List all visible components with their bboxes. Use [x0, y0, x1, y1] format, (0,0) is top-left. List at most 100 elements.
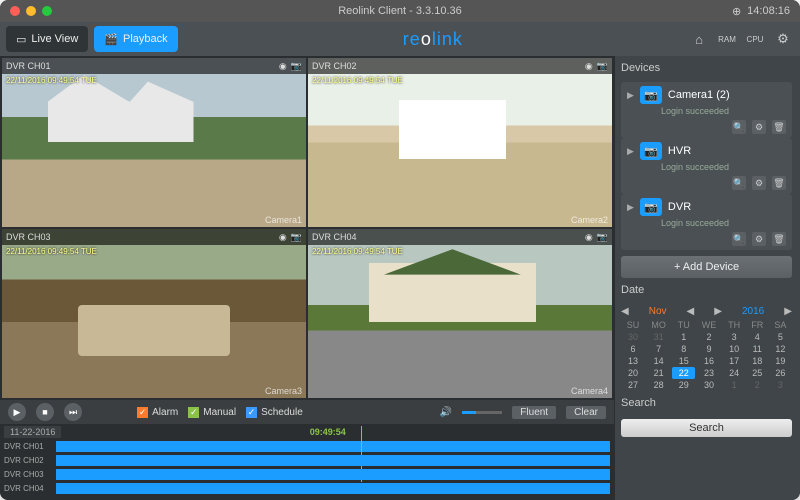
- filter-schedule[interactable]: ✓Schedule: [246, 407, 303, 418]
- cal-day[interactable]: 7: [645, 343, 672, 355]
- cal-day[interactable]: 31: [645, 331, 672, 343]
- cal-day[interactable]: 4: [746, 331, 769, 343]
- camera-snapshot-icon[interactable]: 📷: [597, 61, 608, 72]
- camera-stream-icon[interactable]: ◉: [585, 61, 593, 72]
- tab-playback[interactable]: 🎬 Playback: [94, 26, 177, 52]
- filter-alarm[interactable]: ✓Alarm: [137, 407, 178, 418]
- cal-day[interactable]: 11: [746, 343, 769, 355]
- camera-snapshot-icon[interactable]: 📷: [291, 232, 302, 243]
- timeline-bar[interactable]: [56, 455, 610, 466]
- cal-day[interactable]: 30: [695, 379, 722, 391]
- timeline-row[interactable]: DVR CH04: [4, 482, 610, 495]
- cal-day[interactable]: 9: [695, 343, 722, 355]
- device-delete-icon[interactable]: 🗑: [772, 120, 786, 134]
- cal-day[interactable]: 29: [672, 379, 695, 391]
- device-settings-icon[interactable]: ⚙: [752, 120, 766, 134]
- cal-next-month[interactable]: ▶: [784, 306, 792, 317]
- device-search-icon[interactable]: 🔍: [732, 176, 746, 190]
- close-icon[interactable]: [10, 6, 20, 16]
- cpu-icon[interactable]: CPU: [744, 28, 766, 50]
- play-button[interactable]: ▶: [8, 403, 26, 421]
- camera-stream-icon[interactable]: ◉: [279, 61, 287, 72]
- camera-tile-2[interactable]: DVR CH02◉📷22/11/2016 09:49:54 TUECamera2: [308, 58, 612, 227]
- inbox-icon[interactable]: ⌂: [688, 28, 710, 50]
- speaker-icon[interactable]: 🔊: [440, 407, 452, 418]
- timeline-row[interactable]: DVR CH01: [4, 440, 610, 453]
- cal-next[interactable]: ▶: [714, 306, 722, 317]
- cal-day[interactable]: 2: [746, 379, 769, 391]
- gear-icon[interactable]: ⚙: [772, 28, 794, 50]
- chevron-right-icon[interactable]: ▶: [627, 90, 634, 101]
- chevron-right-icon[interactable]: ▶: [627, 146, 634, 157]
- cal-month[interactable]: Nov: [649, 306, 667, 317]
- cal-day[interactable]: 6: [621, 343, 645, 355]
- cal-day[interactable]: 5: [769, 331, 792, 343]
- cal-day[interactable]: 25: [746, 367, 769, 379]
- cal-day[interactable]: 15: [672, 355, 695, 367]
- cal-day[interactable]: 22: [672, 367, 695, 379]
- cal-day[interactable]: 16: [695, 355, 722, 367]
- quality-button[interactable]: Fluent: [512, 406, 556, 419]
- maximize-icon[interactable]: [42, 6, 52, 16]
- timeline-bar[interactable]: [56, 441, 610, 452]
- cal-day[interactable]: 20: [621, 367, 645, 379]
- cal-day[interactable]: 18: [746, 355, 769, 367]
- search-heading: Search: [621, 397, 792, 409]
- step-button[interactable]: ⏭: [64, 403, 82, 421]
- cal-day[interactable]: 8: [672, 343, 695, 355]
- device-settings-icon[interactable]: ⚙: [752, 232, 766, 246]
- camera-snapshot-icon[interactable]: 📷: [291, 61, 302, 72]
- search-button[interactable]: Search: [621, 419, 792, 437]
- cal-prev-month[interactable]: ◀: [621, 306, 629, 317]
- device-item[interactable]: ▶📷HVRLogin succeeded🔍⚙🗑: [621, 138, 792, 194]
- cal-day[interactable]: 27: [621, 379, 645, 391]
- cal-day[interactable]: 28: [645, 379, 672, 391]
- timeline[interactable]: 11-22-2016 09:49:54 DVR CH01DVR CH02DVR …: [0, 424, 614, 500]
- timeline-row[interactable]: DVR CH03: [4, 468, 610, 481]
- timeline-bar[interactable]: [56, 483, 610, 494]
- cal-day[interactable]: 24: [723, 367, 746, 379]
- device-item[interactable]: ▶📷DVRLogin succeeded🔍⚙🗑: [621, 194, 792, 250]
- minimize-icon[interactable]: [26, 6, 36, 16]
- cal-day[interactable]: 30: [621, 331, 645, 343]
- camera-snapshot-icon[interactable]: 📷: [597, 232, 608, 243]
- cal-day[interactable]: 17: [723, 355, 746, 367]
- timeline-row[interactable]: DVR CH02: [4, 454, 610, 467]
- timeline-bar[interactable]: [56, 469, 610, 480]
- cal-day[interactable]: 12: [769, 343, 792, 355]
- stop-button[interactable]: ■: [36, 403, 54, 421]
- cal-day[interactable]: 21: [645, 367, 672, 379]
- cal-day[interactable]: 14: [645, 355, 672, 367]
- camera-tile-4[interactable]: DVR CH04◉📷22/11/2016 09:49:54 TUECamera4: [308, 229, 612, 398]
- cal-year[interactable]: 2016: [742, 306, 764, 317]
- cal-day[interactable]: 19: [769, 355, 792, 367]
- add-device-button[interactable]: + Add Device: [621, 256, 792, 278]
- cal-prev[interactable]: ◀: [687, 306, 695, 317]
- volume-slider[interactable]: [462, 411, 502, 414]
- device-delete-icon[interactable]: 🗑: [772, 176, 786, 190]
- tab-live-view[interactable]: ▭ Live View: [6, 26, 88, 52]
- device-delete-icon[interactable]: 🗑: [772, 232, 786, 246]
- cal-day[interactable]: 10: [723, 343, 746, 355]
- cal-day[interactable]: 1: [672, 331, 695, 343]
- ram-icon[interactable]: RAM: [716, 28, 738, 50]
- cal-day[interactable]: 23: [695, 367, 722, 379]
- camera-stream-icon[interactable]: ◉: [585, 232, 593, 243]
- device-search-icon[interactable]: 🔍: [732, 120, 746, 134]
- cal-day[interactable]: 26: [769, 367, 792, 379]
- clear-button[interactable]: Clear: [566, 406, 606, 419]
- device-search-icon[interactable]: 🔍: [732, 232, 746, 246]
- cal-day[interactable]: 1: [723, 379, 746, 391]
- brand-logo: reolink: [184, 29, 682, 50]
- cal-day[interactable]: 2: [695, 331, 722, 343]
- camera-stream-icon[interactable]: ◉: [279, 232, 287, 243]
- device-item[interactable]: ▶📷Camera1 (2)Login succeeded🔍⚙🗑: [621, 82, 792, 138]
- cal-day[interactable]: 13: [621, 355, 645, 367]
- cal-day[interactable]: 3: [723, 331, 746, 343]
- camera-tile-1[interactable]: DVR CH01◉📷22/11/2016 09:49:54 TUECamera1: [2, 58, 306, 227]
- chevron-right-icon[interactable]: ▶: [627, 202, 634, 213]
- filter-manual[interactable]: ✓Manual: [188, 407, 236, 418]
- cal-day[interactable]: 3: [769, 379, 792, 391]
- camera-tile-3[interactable]: DVR CH03◉📷22/11/2016 09:49:54 TUECamera3: [2, 229, 306, 398]
- device-settings-icon[interactable]: ⚙: [752, 176, 766, 190]
